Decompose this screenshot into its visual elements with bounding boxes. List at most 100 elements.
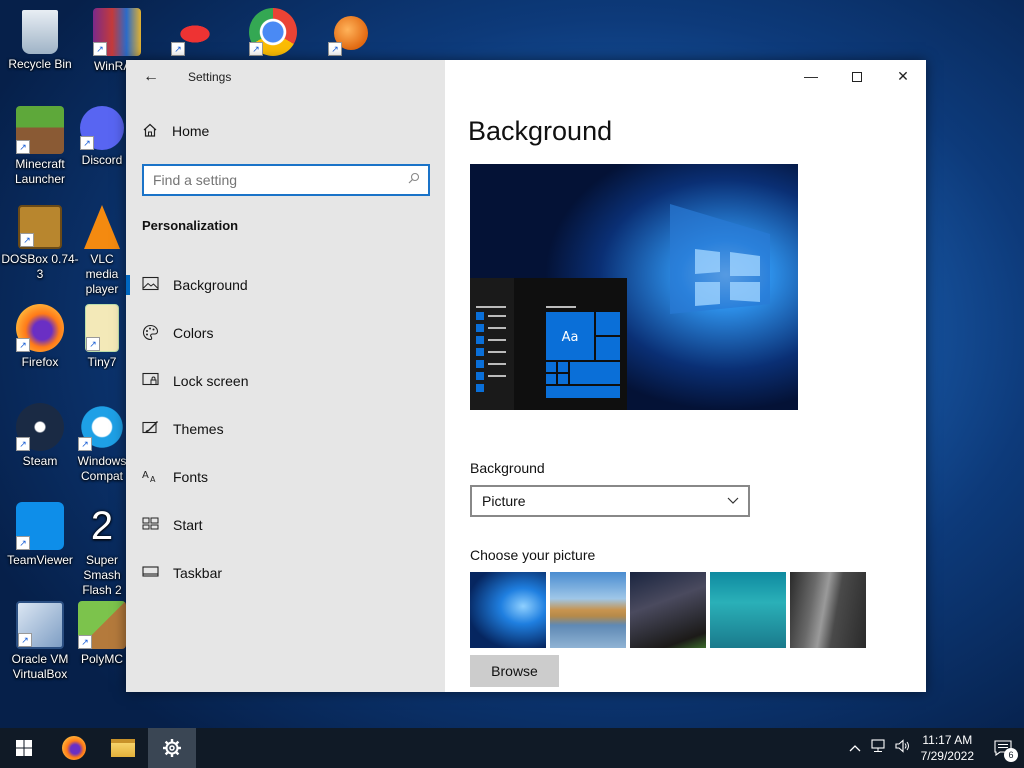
taskbar-icon	[142, 564, 160, 582]
steam-icon: ↗	[16, 403, 64, 451]
nav-item-background[interactable]: Background	[126, 261, 445, 309]
minimize-icon: —	[804, 68, 818, 84]
background-type-value: Picture	[482, 493, 526, 509]
background-type-label: Background	[470, 460, 545, 476]
minecraft-icon: ↗	[16, 106, 64, 154]
system-tray: 11:17 AM 7/29/2022 6	[849, 728, 1024, 768]
clock-time: 11:17 AM	[922, 733, 973, 747]
desktop-icon-minecraft-launcher[interactable]: ↗ Minecraft Launcher	[0, 106, 80, 187]
desktop-icon-dosbox[interactable]: ↗ DOSBox 0.74-3	[0, 205, 80, 282]
svg-text:A: A	[150, 475, 156, 483]
nav-item-taskbar[interactable]: Taskbar	[126, 549, 445, 597]
desktop-icon-game[interactable]: ↗	[155, 8, 235, 59]
settings-window: ← Settings Home Personalization Backgrou…	[126, 60, 926, 692]
desktop-icon-firefox[interactable]: ↗ Firefox	[0, 304, 80, 370]
close-button[interactable]: ✕	[880, 60, 926, 92]
chrome-icon: ↗	[249, 8, 297, 56]
page-title: Background	[468, 116, 613, 146]
start-icon	[142, 516, 160, 534]
clock[interactable]: 11:17 AM 7/29/2022	[921, 732, 974, 764]
action-center-button[interactable]: 6	[984, 728, 1024, 768]
notification-count-badge: 6	[1004, 748, 1018, 762]
svg-text:A: A	[142, 470, 149, 481]
back-button[interactable]: ←	[138, 66, 164, 88]
picture-thumbnails	[470, 572, 870, 648]
folder-icon	[111, 739, 135, 757]
red-car-icon: ↗	[171, 8, 219, 56]
clock-date: 7/29/2022	[920, 749, 974, 763]
start-button[interactable]	[0, 728, 48, 768]
nav-item-start[interactable]: Start	[126, 501, 445, 549]
search-icon	[408, 172, 420, 187]
choose-picture-label: Choose your picture	[470, 547, 596, 563]
vlc-cone-icon: ↗	[84, 205, 120, 249]
picture-icon	[142, 276, 160, 294]
desktop-icon-teamviewer[interactable]: ↗ TeamViewer	[0, 502, 80, 568]
themes-icon	[142, 420, 160, 438]
search-input[interactable]	[144, 166, 394, 194]
picture-thumbnail[interactable]	[550, 572, 626, 648]
nav-item-colors[interactable]: Colors	[126, 309, 445, 357]
desktop-icon-paint[interactable]: ↗	[311, 8, 391, 56]
desktop-icon-steam[interactable]: ↗ Steam	[0, 403, 80, 469]
desktop-icon-super-smash-flash[interactable]: 2 Super Smash Flash 2	[77, 502, 127, 598]
background-preview: Aa	[470, 164, 798, 410]
virtualbox-icon: ↗	[16, 601, 64, 649]
nav-item-themes[interactable]: Themes	[126, 405, 445, 453]
home-icon	[142, 122, 160, 140]
maximize-button[interactable]	[834, 60, 880, 92]
minimize-button[interactable]: —	[788, 60, 834, 92]
window-controls: — ✕	[788, 60, 926, 92]
nav-home-label: Home	[172, 123, 210, 139]
network-icon[interactable]	[871, 738, 887, 758]
firefox-icon	[62, 736, 86, 760]
nav-item-label: Background	[173, 277, 248, 293]
nav-item-lock-screen[interactable]: Lock screen	[126, 357, 445, 405]
palette-icon	[142, 324, 160, 342]
desktop-icon-virtualbox[interactable]: ↗ Oracle VM VirtualBox	[0, 601, 80, 682]
search-box[interactable]	[142, 164, 430, 196]
picture-thumbnail[interactable]	[790, 572, 866, 648]
background-type-select[interactable]: Picture	[470, 485, 750, 517]
nav-item-label: Lock screen	[173, 373, 249, 389]
desktop-icon-recycle-bin[interactable]: Recycle Bin	[0, 8, 80, 72]
taskbar: 11:17 AM 7/29/2022 6	[0, 728, 1024, 768]
desktop-icon-vlc[interactable]: ↗ VLC media player	[77, 205, 127, 297]
winrar-icon: ↗	[93, 8, 141, 56]
settings-nav-pane: ← Settings Home Personalization Backgrou…	[126, 60, 445, 692]
volume-icon[interactable]	[895, 738, 911, 758]
nav-item-fonts[interactable]: AA Fonts	[126, 453, 445, 501]
browse-button[interactable]: Browse	[470, 655, 559, 687]
picture-thumbnail[interactable]	[710, 572, 786, 648]
firefox-icon: ↗	[16, 304, 64, 352]
show-hidden-icons-chevron-up-icon[interactable]	[849, 741, 861, 755]
gear-icon	[163, 739, 181, 757]
nav-item-label: Taskbar	[173, 565, 223, 581]
close-icon: ✕	[897, 68, 909, 84]
internet-explorer-icon: ↗	[78, 403, 126, 451]
picture-thumbnail[interactable]	[630, 572, 706, 648]
teamviewer-icon: ↗	[16, 502, 64, 550]
windows-wallpaper-preview: Aa	[470, 164, 798, 410]
discord-icon: ↗	[80, 106, 124, 150]
taskbar-settings[interactable]	[148, 728, 196, 768]
nav-item-label: Start	[173, 517, 203, 533]
window-title: Settings	[188, 70, 232, 84]
picture-thumbnail[interactable]	[470, 572, 546, 648]
desktop-icon-windows-compat[interactable]: ↗ Windows Compat	[77, 403, 127, 484]
desktop-icon-discord[interactable]: ↗ Discord	[77, 106, 127, 168]
taskbar-file-explorer[interactable]	[99, 728, 147, 768]
lock-screen-icon	[142, 372, 160, 390]
fonts-icon: AA	[142, 468, 160, 486]
nav-home[interactable]: Home	[142, 122, 209, 140]
taskbar-firefox[interactable]	[50, 728, 98, 768]
nav-list: Background Colors Lock screen Themes AA …	[126, 261, 445, 597]
desktop-icon-tiny7[interactable]: ↗ Tiny7	[77, 304, 127, 370]
desktop-icon-chrome[interactable]: ↗	[233, 8, 313, 59]
back-arrow-icon: ←	[143, 68, 159, 85]
windows-logo-icon	[16, 740, 32, 756]
desktop-icon-polymc[interactable]: ↗ PolyMC	[77, 601, 127, 667]
nav-item-label: Fonts	[173, 469, 209, 485]
nav-item-label: Colors	[173, 325, 214, 341]
document-icon: ↗	[85, 304, 119, 352]
